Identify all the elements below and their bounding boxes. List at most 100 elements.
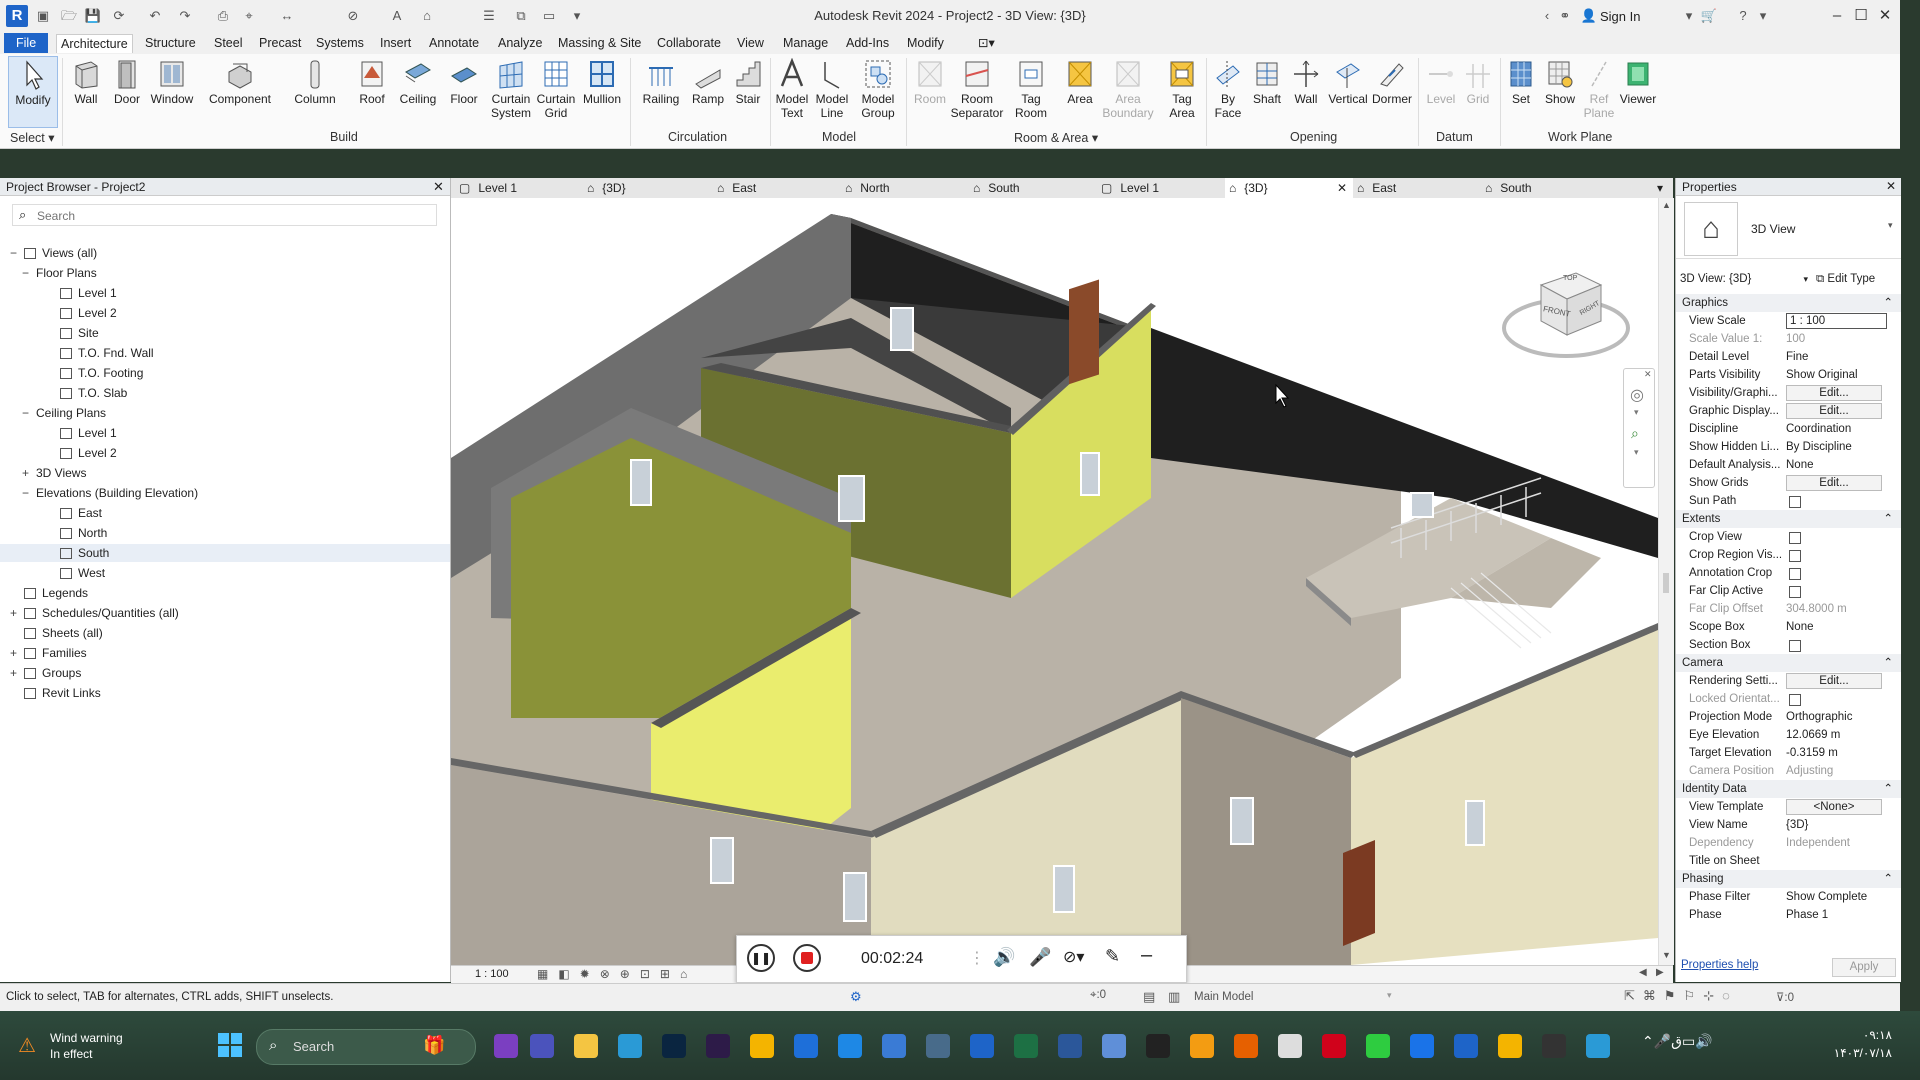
grid-button[interactable]: Grid [1460,56,1496,128]
pen-icon[interactable]: ✎ [1105,946,1120,967]
autocad-icon[interactable] [1322,1034,1346,1058]
browser-node-fp-site[interactable]: Site [0,324,450,342]
shaft-button[interactable]: Shaft [1248,56,1286,128]
property-row-camera-pos[interactable]: Camera Position Adjusting [1676,762,1901,780]
browser-node-cp-level2[interactable]: Level 2 [0,444,450,462]
sync-icon[interactable]: ⟳ [110,7,128,25]
browser-node-fp-slab[interactable]: T.O. Slab [0,384,450,402]
zoom-icon[interactable] [1586,1034,1610,1058]
view-tab[interactable]: ▢ Level 1 [455,178,583,198]
media-player-icon[interactable] [1190,1034,1214,1058]
property-value[interactable]: 12.0669 m [1786,726,1896,744]
wall-opening-button[interactable]: Wall [1288,56,1324,128]
tab-add-ins[interactable]: Add-Ins [842,34,893,52]
weather-line1[interactable]: Wind warning [50,1031,123,1045]
property-row-parts-vis[interactable]: Parts Visibility Show Original [1676,366,1901,384]
browser-node-el-west[interactable]: West [0,564,450,582]
scroll-thumb[interactable] [1663,573,1669,593]
property-value[interactable]: Independent [1786,834,1896,852]
model-line-button[interactable]: Model Line [812,56,852,128]
outlook-icon[interactable] [838,1034,862,1058]
edit-type-button[interactable]: ⧉ Edit Type [1816,270,1875,288]
ide-icon[interactable] [1146,1034,1170,1058]
property-row-far-clip-offset[interactable]: Far Clip Offset 304.8000 m [1676,600,1901,618]
file-explorer-icon[interactable] [574,1034,598,1058]
property-section-camera[interactable]: Camera ⌃ [1676,654,1901,672]
weather-line2[interactable]: In effect [50,1047,92,1061]
select-panel-label[interactable]: Select ▾ [10,130,55,145]
property-value[interactable]: Fine [1786,348,1896,366]
close-nav-icon[interactable]: ✕ [1644,369,1652,380]
cube-icon[interactable] [1102,1034,1126,1058]
tab-steel[interactable]: Steel [210,34,247,52]
property-section-phasing[interactable]: Phasing ⌃ [1676,870,1901,888]
firefox-icon[interactable] [1234,1034,1258,1058]
expand-icon[interactable]: + [22,464,32,482]
browser-search[interactable]: ⌕ [12,204,437,226]
property-section-extents[interactable]: Extents ⌃ [1676,510,1901,528]
revit-logo[interactable]: R [6,5,28,27]
chevron-down-icon[interactable]: ▾ [1634,407,1639,418]
browser-search-input[interactable] [35,207,429,225]
save-icon[interactable]: 💾 [84,7,102,25]
expand-icon[interactable]: + [10,664,20,682]
stop-recording-button[interactable] [793,944,821,972]
room-button[interactable]: Room [912,56,948,128]
browser-node-links[interactable]: Revit Links [0,684,450,702]
property-row-target-elev[interactable]: Target Elevation -0.3159 m [1676,744,1901,762]
checkbox[interactable] [1789,694,1801,706]
railing-button[interactable]: Railing [638,56,684,128]
property-row-default-analysis[interactable]: Default Analysis... None [1676,456,1901,474]
property-row-phase-filter[interactable]: Phase Filter Show Complete [1676,888,1901,906]
tab-modify[interactable]: Modify [903,34,948,52]
properties-help-link[interactable]: Properties help [1681,959,1758,971]
browser-node-fp-fnd[interactable]: T.O. Fnd. Wall [0,344,450,362]
tab-systems[interactable]: Systems [312,34,368,52]
word-icon[interactable] [1058,1034,1082,1058]
expand-icon[interactable]: + [10,644,20,662]
tab-manage[interactable]: Manage [779,34,832,52]
browser-node-views3d[interactable]: +3D Views [0,464,450,482]
property-row-scope-box[interactable]: Scope Box None [1676,618,1901,636]
system-tray-icons[interactable]: ⌃🎤ق▭🔊 [1642,1033,1713,1050]
user-icon[interactable]: 👤 [1580,7,1598,25]
property-row-annotation-crop[interactable]: Annotation Crop [1676,564,1901,582]
stair-button[interactable]: Stair [730,56,766,128]
property-row-graph-disp[interactable]: Graphic Display... Edit... [1676,402,1901,420]
ceiling-button[interactable]: Ceiling [396,56,440,128]
drag-handle-icon[interactable]: ⋮ [969,948,985,968]
switch-windows-icon[interactable]: ▭ [540,7,558,25]
steering-wheel-icon[interactable]: ◎ [1630,385,1644,405]
redo-icon[interactable]: ↷ [176,7,194,25]
contextual-tab-toggle-icon[interactable]: ⊡▾ [974,34,999,52]
open-icon[interactable]: 🗁 [60,7,78,25]
vertical-opening-button[interactable]: Vertical [1326,56,1370,128]
property-row-section-box[interactable]: Section Box [1676,636,1901,654]
help-icon[interactable]: ? [1734,7,1752,25]
browser-node-fp-level2[interactable]: Level 2 [0,304,450,322]
tab-collaborate[interactable]: Collaborate [653,34,725,52]
view-tab[interactable]: ⌂ {3D} [583,178,713,198]
property-row-hidden-lines[interactable]: Show Hidden Li... By Discipline [1676,438,1901,456]
property-edit-button[interactable]: Edit... [1786,385,1882,401]
property-value[interactable]: 100 [1786,330,1896,348]
room-area-panel-label[interactable]: Room & Area ▾ [1014,130,1098,145]
revit-2024-icon[interactable] [1454,1034,1478,1058]
thin-lines-icon[interactable]: ☰ [480,7,498,25]
property-row-crop-region[interactable]: Crop Region Vis... [1676,546,1901,564]
revit-icon[interactable] [970,1034,994,1058]
property-edit-button[interactable]: Edit... [1786,673,1882,689]
checkbox[interactable] [1789,496,1801,508]
checkbox[interactable] [1789,568,1801,580]
collapse-icon[interactable]: ⌃ [1883,780,1893,798]
chrome-profile-icon[interactable] [1498,1034,1522,1058]
property-row-projection[interactable]: Projection Mode Orthographic [1676,708,1901,726]
browser-node-ceiling-plans[interactable]: − Ceiling Plans [0,404,450,422]
area-boundary-button[interactable]: Area Boundary [1100,56,1156,128]
property-value[interactable]: Show Original [1786,366,1896,384]
instance-selector[interactable]: 3D View: {3D} ▾ [1676,270,1812,288]
view-tab[interactable]: ⌂ East [1353,178,1481,198]
property-row-scale-value[interactable]: Scale Value 1: 100 [1676,330,1901,348]
active-workset[interactable]: Main Model [1194,991,1253,1003]
model-text-button[interactable]: Model Text [774,56,810,128]
